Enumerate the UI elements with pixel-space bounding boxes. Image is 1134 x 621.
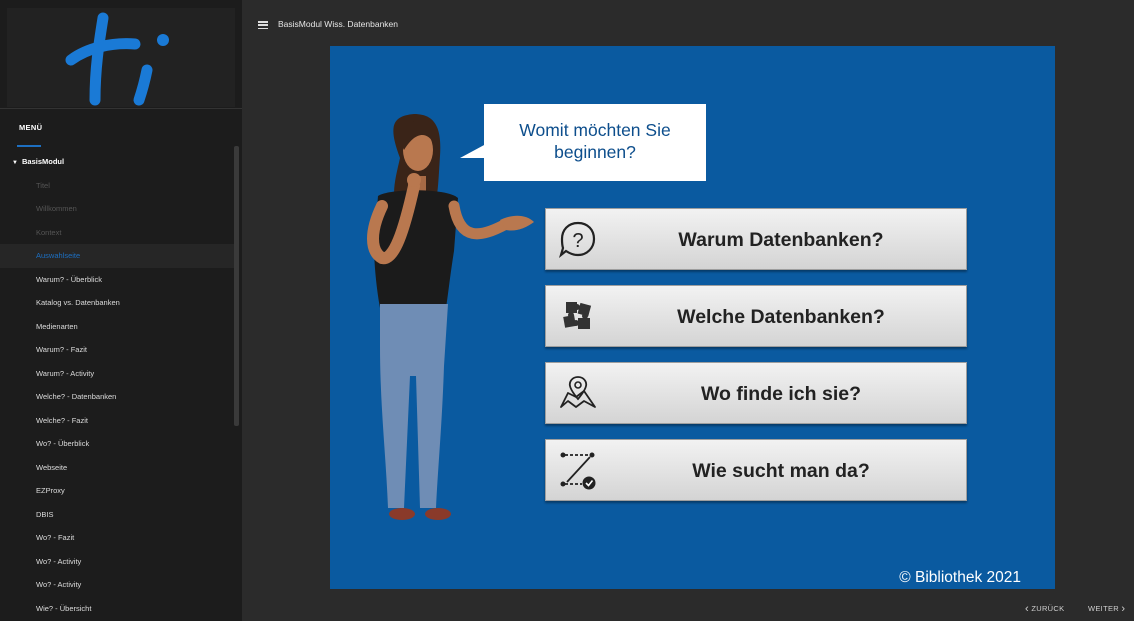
speech-bubble: Womit möchten Sie beginnen? <box>484 104 706 181</box>
bottom-nav: ‹ ZURÜCK WEITER › <box>242 589 1134 621</box>
sidebar-item[interactable]: Wo? - Activity <box>0 550 234 574</box>
menu-underline <box>17 145 41 147</box>
sidebar-item[interactable]: Welche? - Fazit <box>0 409 234 433</box>
back-label: ZURÜCK <box>1031 604 1065 613</box>
app: MENÜ ▼ BasisModul Titel Willkommen Kontext A… <box>0 0 1134 621</box>
question-bubble-icon: ? <box>558 221 596 259</box>
sidebar-item[interactable]: Webseite <box>0 456 234 480</box>
slide: Womit möchten Sie beginnen? ? Warum Date… <box>330 46 1055 589</box>
route-icon <box>560 452 596 490</box>
course-title: BasisModul Wiss. Datenbanken <box>278 19 399 29</box>
sidebar-item[interactable]: Wie? - Übersicht <box>0 597 234 621</box>
logo-mark <box>65 12 169 106</box>
nav-parent-label: BasisModul <box>22 157 65 166</box>
puzzle-icon <box>563 302 592 329</box>
sidebar-item[interactable]: Wo? - Überblick <box>0 432 234 456</box>
svg-text:?: ? <box>572 230 583 252</box>
next-label: WEITER <box>1088 604 1119 613</box>
caret-down-icon: ▼ <box>12 160 18 166</box>
sidebar-item[interactable]: Katalog vs. Datenbanken <box>0 291 234 315</box>
sidebar: MENÜ ▼ BasisModul Titel Willkommen Kontext A… <box>0 0 242 621</box>
speech-bubble-text: Womit möchten Sie beginnen? <box>519 120 671 162</box>
sidebar-item[interactable]: Wo? - Fazit <box>0 526 234 550</box>
sidebar-item[interactable]: Kontext <box>0 221 234 245</box>
chevron-left-icon: ‹ <box>1025 603 1029 615</box>
topbar: BasisModul Wiss. Datenbanken <box>242 0 1134 46</box>
choice-label: Welche Datenbanken? <box>677 306 885 328</box>
choice-welche-button[interactable]: Welche Datenbanken? <box>545 285 967 347</box>
sidebar-item[interactable]: Auswahlseite <box>0 244 234 268</box>
next-button[interactable]: WEITER › <box>1088 603 1125 615</box>
back-button[interactable]: ‹ ZURÜCK <box>1025 603 1064 615</box>
sidebar-item[interactable]: Warum? - Überblick <box>0 268 234 292</box>
sidebar-item[interactable]: Warum? - Fazit <box>0 338 234 362</box>
choice-label: Wie sucht man da? <box>692 460 870 482</box>
sidebar-item[interactable]: DBIS <box>0 503 234 527</box>
sidebar-item[interactable]: Warum? - Activity <box>0 362 234 386</box>
choice-label: Warum Datenbanken? <box>678 229 884 251</box>
speech-bubble-tail <box>460 144 486 158</box>
sidebar-scrollbar[interactable] <box>234 146 239 426</box>
nav-parent-basismodul[interactable]: ▼ BasisModul <box>0 150 234 174</box>
sidebar-item[interactable]: Titel <box>0 174 234 198</box>
copyright-text: © Bibliothek 2021 <box>899 569 1021 586</box>
hamburger-menu-icon[interactable] <box>258 21 268 30</box>
sidebar-item[interactable]: Willkommen <box>0 197 234 221</box>
choice-label: Wo finde ich sie? <box>701 383 861 405</box>
nav-list: ▼ BasisModul Titel Willkommen Kontext Auswah… <box>0 150 234 620</box>
choice-warum-button[interactable]: ? Warum Datenbanken? <box>545 208 967 270</box>
menu-header: MENÜ <box>0 108 242 146</box>
choice-wie-button[interactable]: Wie sucht man da? <box>545 439 967 501</box>
menu-label: MENÜ <box>19 123 43 132</box>
logo <box>7 8 235 107</box>
sidebar-item[interactable]: Welche? - Datenbanken <box>0 385 234 409</box>
map-icon <box>560 376 596 408</box>
choice-wo-button[interactable]: Wo finde ich sie? <box>545 362 967 424</box>
chevron-right-icon: › <box>1121 603 1126 615</box>
sidebar-item[interactable]: Medienarten <box>0 315 234 339</box>
sidebar-item[interactable]: Wo? - Activity <box>0 573 234 597</box>
sidebar-item[interactable]: EZProxy <box>0 479 234 503</box>
